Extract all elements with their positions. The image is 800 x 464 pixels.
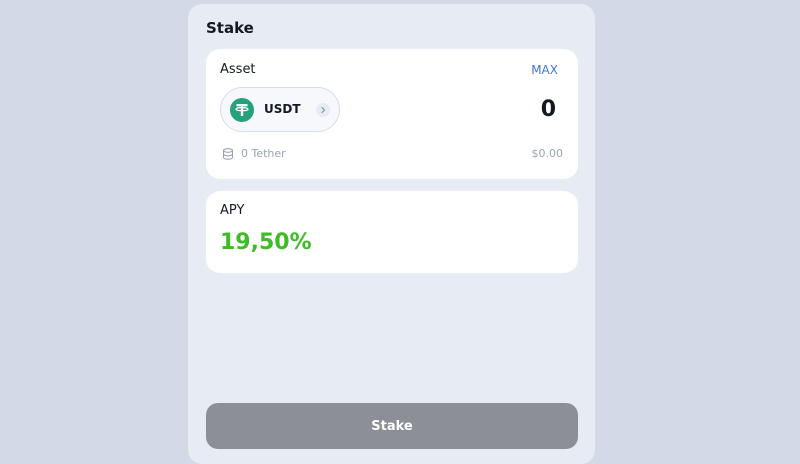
apy-card: APY 19,50% bbox=[206, 191, 578, 273]
token-symbol: USDT bbox=[264, 102, 301, 116]
stake-panel: Stake Asset MAX USDT 0 0 Tether $0.00 AP… bbox=[188, 4, 595, 464]
apy-label: APY bbox=[220, 203, 245, 218]
usd-value: $0.00 bbox=[531, 147, 564, 160]
coins-stack-icon bbox=[221, 146, 235, 160]
asset-label: Asset bbox=[220, 62, 256, 77]
apy-value: 19,50% bbox=[220, 230, 312, 255]
chevron-right-icon bbox=[316, 103, 330, 117]
wallet-balance: 0 Tether bbox=[241, 147, 286, 160]
amount-input[interactable] bbox=[436, 94, 556, 124]
stake-button[interactable]: Stake bbox=[206, 403, 578, 449]
asset-card: Asset MAX USDT 0 0 Tether $0.00 bbox=[206, 49, 578, 179]
panel-title: Stake bbox=[206, 19, 254, 37]
max-button[interactable]: MAX bbox=[531, 63, 558, 77]
token-selector[interactable]: USDT bbox=[220, 87, 340, 132]
tether-icon bbox=[230, 98, 254, 122]
